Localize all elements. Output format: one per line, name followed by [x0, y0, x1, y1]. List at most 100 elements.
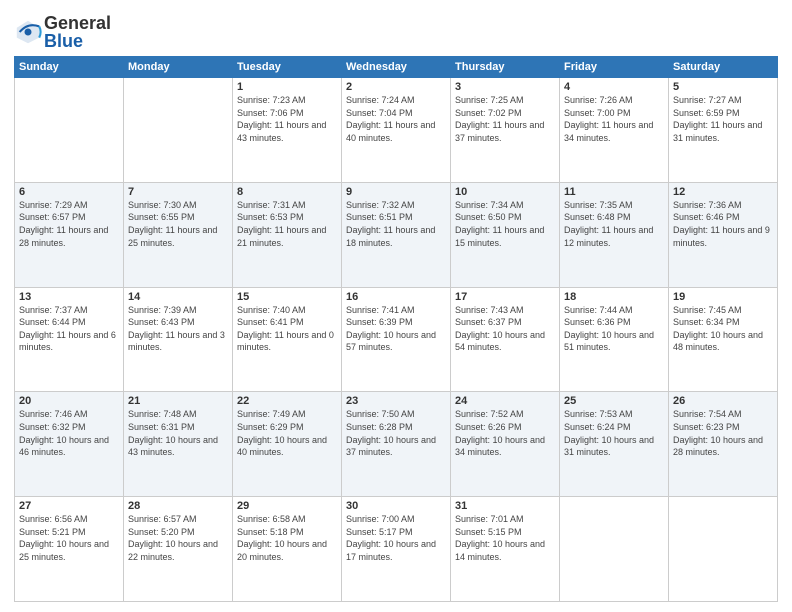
week-row-4: 20Sunrise: 7:46 AM Sunset: 6:32 PM Dayli…: [15, 392, 778, 497]
day-info: Sunrise: 7:25 AM Sunset: 7:02 PM Dayligh…: [455, 94, 555, 144]
day-info: Sunrise: 6:56 AM Sunset: 5:21 PM Dayligh…: [19, 513, 119, 563]
week-row-5: 27Sunrise: 6:56 AM Sunset: 5:21 PM Dayli…: [15, 497, 778, 602]
week-row-3: 13Sunrise: 7:37 AM Sunset: 6:44 PM Dayli…: [15, 287, 778, 392]
calendar-cell: 27Sunrise: 6:56 AM Sunset: 5:21 PM Dayli…: [15, 497, 124, 602]
day-number: 27: [19, 500, 119, 512]
calendar-cell: [560, 497, 669, 602]
day-info: Sunrise: 7:46 AM Sunset: 6:32 PM Dayligh…: [19, 408, 119, 458]
calendar-cell: 16Sunrise: 7:41 AM Sunset: 6:39 PM Dayli…: [342, 287, 451, 392]
day-number: 31: [455, 500, 555, 512]
calendar-cell: 12Sunrise: 7:36 AM Sunset: 6:46 PM Dayli…: [669, 182, 778, 287]
day-number: 26: [673, 395, 773, 407]
calendar-cell: 15Sunrise: 7:40 AM Sunset: 6:41 PM Dayli…: [233, 287, 342, 392]
weekday-header-wednesday: Wednesday: [342, 57, 451, 78]
calendar-cell: 21Sunrise: 7:48 AM Sunset: 6:31 PM Dayli…: [124, 392, 233, 497]
day-number: 9: [346, 186, 446, 198]
day-number: 19: [673, 291, 773, 303]
calendar-cell: 22Sunrise: 7:49 AM Sunset: 6:29 PM Dayli…: [233, 392, 342, 497]
day-number: 20: [19, 395, 119, 407]
calendar-cell: 1Sunrise: 7:23 AM Sunset: 7:06 PM Daylig…: [233, 78, 342, 183]
day-info: Sunrise: 7:35 AM Sunset: 6:48 PM Dayligh…: [564, 199, 664, 249]
day-number: 4: [564, 81, 664, 93]
day-number: 1: [237, 81, 337, 93]
calendar-cell: 19Sunrise: 7:45 AM Sunset: 6:34 PM Dayli…: [669, 287, 778, 392]
weekday-header-monday: Monday: [124, 57, 233, 78]
weekday-header-saturday: Saturday: [669, 57, 778, 78]
day-number: 12: [673, 186, 773, 198]
calendar-cell: 3Sunrise: 7:25 AM Sunset: 7:02 PM Daylig…: [451, 78, 560, 183]
day-info: Sunrise: 6:58 AM Sunset: 5:18 PM Dayligh…: [237, 513, 337, 563]
weekday-header-friday: Friday: [560, 57, 669, 78]
day-number: 10: [455, 186, 555, 198]
calendar-cell: 28Sunrise: 6:57 AM Sunset: 5:20 PM Dayli…: [124, 497, 233, 602]
day-info: Sunrise: 7:29 AM Sunset: 6:57 PM Dayligh…: [19, 199, 119, 249]
calendar-cell: 23Sunrise: 7:50 AM Sunset: 6:28 PM Dayli…: [342, 392, 451, 497]
header: General Blue: [14, 10, 778, 50]
calendar-cell: 31Sunrise: 7:01 AM Sunset: 5:15 PM Dayli…: [451, 497, 560, 602]
day-number: 30: [346, 500, 446, 512]
calendar-table: SundayMondayTuesdayWednesdayThursdayFrid…: [14, 56, 778, 602]
day-number: 2: [346, 81, 446, 93]
calendar-cell: 10Sunrise: 7:34 AM Sunset: 6:50 PM Dayli…: [451, 182, 560, 287]
day-info: Sunrise: 7:52 AM Sunset: 6:26 PM Dayligh…: [455, 408, 555, 458]
day-number: 15: [237, 291, 337, 303]
calendar-cell: [124, 78, 233, 183]
calendar-cell: 17Sunrise: 7:43 AM Sunset: 6:37 PM Dayli…: [451, 287, 560, 392]
day-info: Sunrise: 7:01 AM Sunset: 5:15 PM Dayligh…: [455, 513, 555, 563]
day-info: Sunrise: 7:32 AM Sunset: 6:51 PM Dayligh…: [346, 199, 446, 249]
calendar-cell: 13Sunrise: 7:37 AM Sunset: 6:44 PM Dayli…: [15, 287, 124, 392]
week-row-1: 1Sunrise: 7:23 AM Sunset: 7:06 PM Daylig…: [15, 78, 778, 183]
calendar-cell: 14Sunrise: 7:39 AM Sunset: 6:43 PM Dayli…: [124, 287, 233, 392]
calendar-cell: 2Sunrise: 7:24 AM Sunset: 7:04 PM Daylig…: [342, 78, 451, 183]
calendar-cell: [15, 78, 124, 183]
day-number: 28: [128, 500, 228, 512]
day-number: 21: [128, 395, 228, 407]
calendar-cell: 9Sunrise: 7:32 AM Sunset: 6:51 PM Daylig…: [342, 182, 451, 287]
day-info: Sunrise: 7:53 AM Sunset: 6:24 PM Dayligh…: [564, 408, 664, 458]
calendar-cell: 7Sunrise: 7:30 AM Sunset: 6:55 PM Daylig…: [124, 182, 233, 287]
day-info: Sunrise: 7:34 AM Sunset: 6:50 PM Dayligh…: [455, 199, 555, 249]
day-info: Sunrise: 7:23 AM Sunset: 7:06 PM Dayligh…: [237, 94, 337, 144]
logo-text: General Blue: [44, 14, 111, 50]
calendar-cell: 30Sunrise: 7:00 AM Sunset: 5:17 PM Dayli…: [342, 497, 451, 602]
calendar-cell: 20Sunrise: 7:46 AM Sunset: 6:32 PM Dayli…: [15, 392, 124, 497]
day-info: Sunrise: 7:44 AM Sunset: 6:36 PM Dayligh…: [564, 304, 664, 354]
day-number: 6: [19, 186, 119, 198]
day-info: Sunrise: 7:49 AM Sunset: 6:29 PM Dayligh…: [237, 408, 337, 458]
calendar-cell: 8Sunrise: 7:31 AM Sunset: 6:53 PM Daylig…: [233, 182, 342, 287]
day-info: Sunrise: 7:54 AM Sunset: 6:23 PM Dayligh…: [673, 408, 773, 458]
day-info: Sunrise: 7:40 AM Sunset: 6:41 PM Dayligh…: [237, 304, 337, 354]
day-number: 23: [346, 395, 446, 407]
calendar-cell: 5Sunrise: 7:27 AM Sunset: 6:59 PM Daylig…: [669, 78, 778, 183]
calendar-cell: 18Sunrise: 7:44 AM Sunset: 6:36 PM Dayli…: [560, 287, 669, 392]
weekday-header-sunday: Sunday: [15, 57, 124, 78]
day-number: 24: [455, 395, 555, 407]
day-info: Sunrise: 7:36 AM Sunset: 6:46 PM Dayligh…: [673, 199, 773, 249]
day-info: Sunrise: 7:48 AM Sunset: 6:31 PM Dayligh…: [128, 408, 228, 458]
day-info: Sunrise: 7:43 AM Sunset: 6:37 PM Dayligh…: [455, 304, 555, 354]
day-number: 5: [673, 81, 773, 93]
day-number: 13: [19, 291, 119, 303]
day-number: 22: [237, 395, 337, 407]
week-row-2: 6Sunrise: 7:29 AM Sunset: 6:57 PM Daylig…: [15, 182, 778, 287]
day-info: Sunrise: 7:45 AM Sunset: 6:34 PM Dayligh…: [673, 304, 773, 354]
logo-icon: [14, 18, 42, 46]
day-info: Sunrise: 7:27 AM Sunset: 6:59 PM Dayligh…: [673, 94, 773, 144]
day-number: 18: [564, 291, 664, 303]
day-info: Sunrise: 6:57 AM Sunset: 5:20 PM Dayligh…: [128, 513, 228, 563]
day-number: 16: [346, 291, 446, 303]
day-info: Sunrise: 7:30 AM Sunset: 6:55 PM Dayligh…: [128, 199, 228, 249]
day-info: Sunrise: 7:26 AM Sunset: 7:00 PM Dayligh…: [564, 94, 664, 144]
calendar-cell: 25Sunrise: 7:53 AM Sunset: 6:24 PM Dayli…: [560, 392, 669, 497]
weekday-header-row: SundayMondayTuesdayWednesdayThursdayFrid…: [15, 57, 778, 78]
day-number: 14: [128, 291, 228, 303]
calendar-cell: 6Sunrise: 7:29 AM Sunset: 6:57 PM Daylig…: [15, 182, 124, 287]
logo: General Blue: [14, 14, 111, 50]
weekday-header-tuesday: Tuesday: [233, 57, 342, 78]
day-info: Sunrise: 7:50 AM Sunset: 6:28 PM Dayligh…: [346, 408, 446, 458]
day-number: 3: [455, 81, 555, 93]
day-number: 7: [128, 186, 228, 198]
day-info: Sunrise: 7:31 AM Sunset: 6:53 PM Dayligh…: [237, 199, 337, 249]
calendar-cell: 4Sunrise: 7:26 AM Sunset: 7:00 PM Daylig…: [560, 78, 669, 183]
day-number: 17: [455, 291, 555, 303]
